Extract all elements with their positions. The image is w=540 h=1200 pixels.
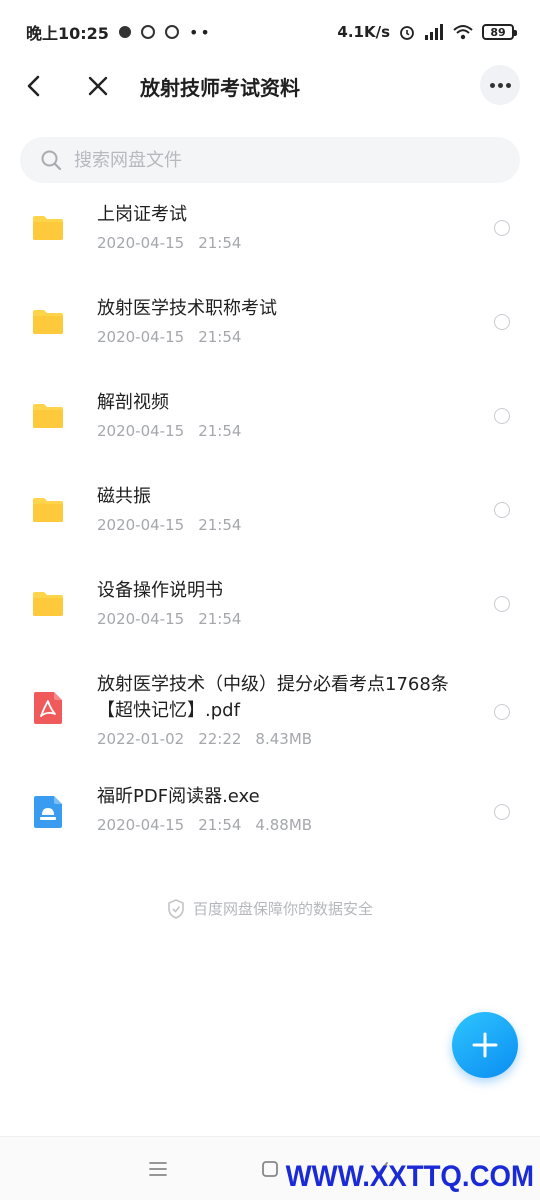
file-text: 设备操作说明书 2020-04-15 21:54 [97,578,480,628]
file-date: 2020-04-15 [97,816,185,834]
file-meta: 2020-04-15 21:54 [97,516,480,534]
add-button[interactable] [452,1012,518,1078]
file-name: 上岗证考试 [97,204,187,225]
page-title: 放射技师考试资料 [140,76,300,100]
file-size: 8.43MB [255,730,313,748]
more-dots-icon [497,82,503,88]
file-time: 21:54 [198,816,242,834]
file-name: 放射医学技术（中级）提分必看考点1768条【超快记忆】.pdf [97,674,449,721]
pdf-file-icon [34,692,62,724]
file-name: 解剖视频 [97,392,169,413]
file-meta: 2020-04-15 21:54 [97,610,480,628]
watermark: WWW.XXTTQ.COM [285,1160,534,1193]
file-name: 磁共振 [97,486,151,507]
file-date: 2020-04-15 [97,234,185,252]
file-size: 4.88MB [255,816,313,834]
nav-menu-button[interactable] [146,1157,170,1181]
file-time: 21:54 [198,328,242,346]
file-date: 2020-04-15 [97,328,185,346]
file-time: 21:54 [198,422,242,440]
more-button[interactable] [480,65,520,105]
chevron-left-icon [27,75,40,97]
select-radio[interactable] [494,704,510,720]
search-bar[interactable] [20,137,520,183]
safety-note-text: 百度网盘保障你的数据安全 [192,900,373,918]
file-time: 21:54 [198,610,242,628]
select-radio[interactable] [494,408,510,424]
notification-icon [140,25,155,39]
menu-icon [149,1162,167,1176]
folder-icon [33,592,63,616]
folder-icon [33,310,63,334]
status-right: 4.1K/s 89 [337,23,517,41]
file-text: 磁共振 2020-04-15 21:54 [97,484,480,534]
notification-icon [118,26,131,38]
list-item[interactable]: 放射医学技术职称考试 2020-04-15 21:54 [0,274,540,368]
status-bar: 晚上10:25 •• 4.1K/s 89 [0,0,540,64]
file-text: 放射医学技术职称考试 2020-04-15 21:54 [97,296,480,346]
status-time: 晚上10:25 [26,24,109,43]
file-date: 2020-04-15 [97,516,185,534]
file-meta: 2020-04-15 21:54 [97,328,480,346]
alarm-icon [400,26,414,40]
file-date: 2020-04-15 [97,610,185,628]
more-notifications-icon: •• [188,22,212,42]
nav-home-button[interactable] [258,1157,282,1181]
file-text: 福昕PDF阅读器.exe 2020-04-15 21:54 4.88MB [97,784,480,834]
close-icon [88,76,108,96]
system-nav-bar: WWW.XXTTQ.COM [0,1136,540,1200]
folder-icon [33,216,63,240]
wifi-icon [453,25,473,40]
file-list: 上岗证考试 2020-04-15 21:54 放射医学技术职称考试 2020-0… [0,180,540,864]
plus-icon [472,1032,498,1058]
file-meta: 2020-04-15 21:54 [97,422,480,440]
file-meta: 2020-04-15 21:54 4.88MB [97,816,480,834]
search-input[interactable] [74,149,474,171]
exe-file-icon [34,796,62,828]
list-item[interactable]: 设备操作说明书 2020-04-15 21:54 [0,556,540,650]
back-button[interactable] [20,72,48,100]
list-item[interactable]: 福昕PDF阅读器.exe 2020-04-15 21:54 4.88MB [0,770,540,864]
select-radio[interactable] [494,220,510,236]
file-text: 解剖视频 2020-04-15 21:54 [97,390,480,440]
file-name: 设备操作说明书 [97,580,223,601]
title-bar: 放射技师考试资料 [0,60,540,114]
folder-icon [33,404,63,428]
file-date: 2022-01-02 [97,730,185,748]
more-dots-icon [505,82,511,88]
folder-icon [33,498,63,522]
file-time: 21:54 [198,516,242,534]
file-text: 放射医学技术（中级）提分必看考点1768条【超快记忆】.pdf 2022-01-… [97,672,480,748]
safety-note: 百度网盘保障你的数据安全 [0,898,540,919]
file-meta: 2020-04-15 21:54 [97,234,480,252]
file-time: 22:22 [198,730,242,748]
list-item[interactable]: 磁共振 2020-04-15 21:54 [0,462,540,556]
more-dots-icon [489,82,495,88]
list-item[interactable]: 放射医学技术（中级）提分必看考点1768条【超快记忆】.pdf 2022-01-… [0,650,540,770]
battery-indicator: 89 [482,24,517,40]
notification-icon [164,25,179,39]
shield-icon [168,898,184,919]
select-radio[interactable] [494,502,510,518]
network-speed: 4.1K/s [337,23,390,41]
close-button[interactable] [84,72,112,100]
list-item[interactable]: 解剖视频 2020-04-15 21:54 [0,368,540,462]
file-date: 2020-04-15 [97,422,185,440]
signal-icon [425,24,443,40]
file-meta: 2022-01-02 22:22 8.43MB [97,730,480,748]
home-square-icon [262,1161,278,1177]
file-name: 放射医学技术职称考试 [97,298,277,319]
status-left: 晚上10:25 •• [26,20,212,44]
file-time: 21:54 [198,234,242,252]
file-name: 福昕PDF阅读器.exe [97,786,260,807]
list-item[interactable]: 上岗证考试 2020-04-15 21:54 [0,180,540,274]
select-radio[interactable] [494,596,510,612]
select-radio[interactable] [494,314,510,330]
file-text: 上岗证考试 2020-04-15 21:54 [97,202,480,252]
search-icon [41,150,62,171]
select-radio[interactable] [494,804,510,820]
